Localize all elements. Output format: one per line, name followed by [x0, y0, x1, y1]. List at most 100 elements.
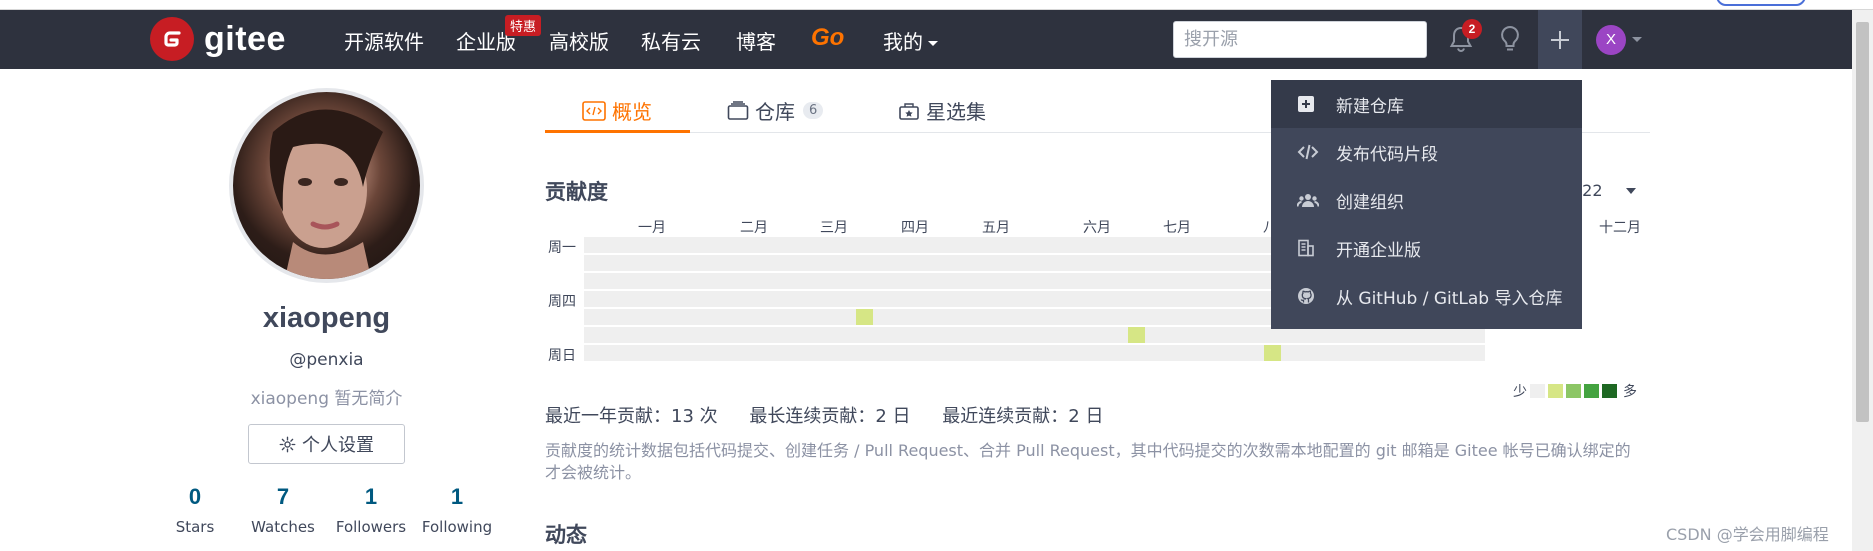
nav-mine[interactable]: 我的: [883, 26, 938, 55]
contribution-cell[interactable]: [1077, 327, 1094, 343]
contribution-cell[interactable]: [1247, 273, 1264, 289]
menu-new-repository[interactable]: 新建仓库: [1271, 80, 1582, 128]
contribution-cell[interactable]: [737, 327, 754, 343]
contribution-cell[interactable]: [1162, 291, 1179, 307]
contribution-cell[interactable]: [839, 255, 856, 271]
contribution-cell[interactable]: [1230, 327, 1247, 343]
contribution-cell[interactable]: [839, 273, 856, 289]
contribution-cell[interactable]: [1349, 327, 1366, 343]
contribution-cell[interactable]: [584, 345, 601, 361]
contribution-cell[interactable]: [1247, 327, 1264, 343]
contribution-cell[interactable]: [958, 237, 975, 253]
contribution-cell[interactable]: [1145, 345, 1162, 361]
contribution-cell[interactable]: [1009, 291, 1026, 307]
contribution-cell[interactable]: [1009, 237, 1026, 253]
contribution-cell[interactable]: [635, 309, 652, 325]
contribution-cell[interactable]: [805, 309, 822, 325]
contribution-cell[interactable]: [584, 255, 601, 271]
contribution-cell[interactable]: [669, 237, 686, 253]
contribution-cell[interactable]: [703, 309, 720, 325]
contribution-cell[interactable]: [737, 345, 754, 361]
contribution-cell[interactable]: [1026, 237, 1043, 253]
contribution-cell[interactable]: [992, 273, 1009, 289]
contribution-cell[interactable]: [907, 345, 924, 361]
contribution-cell[interactable]: [635, 345, 652, 361]
contribution-cell[interactable]: [1026, 291, 1043, 307]
contribution-cell[interactable]: [1009, 273, 1026, 289]
user-avatar-small[interactable]: X: [1596, 25, 1626, 55]
contribution-cell[interactable]: [754, 345, 771, 361]
contribution-cell[interactable]: [601, 309, 618, 325]
menu-publish-snippet[interactable]: 发布代码片段: [1271, 128, 1582, 176]
contribution-cell[interactable]: [924, 273, 941, 289]
contribution-cell[interactable]: [618, 291, 635, 307]
contribution-cell[interactable]: [1468, 327, 1485, 343]
contribution-cell[interactable]: [771, 255, 788, 271]
contribution-cell[interactable]: [737, 291, 754, 307]
contribution-cell[interactable]: [839, 345, 856, 361]
contribution-cell[interactable]: [686, 309, 703, 325]
contribution-cell[interactable]: [941, 291, 958, 307]
contribution-cell[interactable]: [771, 345, 788, 361]
contribution-cell[interactable]: [1383, 327, 1400, 343]
contribution-cell[interactable]: [703, 237, 720, 253]
contribution-cell[interactable]: [1281, 345, 1298, 361]
contribution-cell[interactable]: [1213, 345, 1230, 361]
contribution-cell[interactable]: [1417, 327, 1434, 343]
contribution-cell[interactable]: [873, 291, 890, 307]
contribution-cell[interactable]: [1213, 291, 1230, 307]
contribution-cell[interactable]: [1213, 327, 1230, 343]
contribution-cell[interactable]: [771, 291, 788, 307]
contribution-cell[interactable]: [1060, 273, 1077, 289]
contribution-cell[interactable]: [1060, 327, 1077, 343]
contribution-cell[interactable]: [1162, 309, 1179, 325]
contribution-cell[interactable]: [1077, 255, 1094, 271]
contribution-cell[interactable]: [601, 291, 618, 307]
contribution-cell[interactable]: [1077, 345, 1094, 361]
contribution-cell[interactable]: [1196, 273, 1213, 289]
contribution-cell[interactable]: [975, 345, 992, 361]
stat-following[interactable]: 1 Following: [412, 484, 502, 536]
contribution-cell[interactable]: [1196, 345, 1213, 361]
contribution-cell[interactable]: [618, 255, 635, 271]
contribution-cell[interactable]: [1111, 309, 1128, 325]
contribution-cell[interactable]: [788, 327, 805, 343]
contribution-cell[interactable]: [1196, 291, 1213, 307]
contribution-cell[interactable]: [941, 327, 958, 343]
tab-overview[interactable]: 概览: [582, 96, 652, 125]
contribution-cell[interactable]: [1196, 327, 1213, 343]
contribution-cell[interactable]: [856, 327, 873, 343]
lightbulb-icon[interactable]: [1496, 24, 1524, 54]
contribution-cell[interactable]: [1060, 255, 1077, 271]
contribution-cell[interactable]: [1179, 309, 1196, 325]
contribution-cell[interactable]: [1043, 237, 1060, 253]
contribution-cell[interactable]: [992, 237, 1009, 253]
contribution-cell[interactable]: [1145, 291, 1162, 307]
contribution-cell[interactable]: [686, 237, 703, 253]
contribution-cell[interactable]: [652, 327, 669, 343]
contribution-cell[interactable]: [1162, 327, 1179, 343]
contribution-cell[interactable]: [737, 255, 754, 271]
contribution-cell[interactable]: [720, 309, 737, 325]
contribution-cell[interactable]: [941, 345, 958, 361]
contribution-cell[interactable]: [1060, 291, 1077, 307]
contribution-cell[interactable]: [873, 309, 890, 325]
contribution-cell[interactable]: [754, 291, 771, 307]
contribution-cell[interactable]: [635, 327, 652, 343]
contribution-cell[interactable]: [975, 309, 992, 325]
contribution-cell[interactable]: [992, 291, 1009, 307]
contribution-cell[interactable]: [805, 255, 822, 271]
contribution-cell[interactable]: [720, 237, 737, 253]
contribution-cell[interactable]: [652, 309, 669, 325]
contribution-cell[interactable]: [686, 327, 703, 343]
contribution-cell[interactable]: [1264, 345, 1281, 361]
contribution-cell[interactable]: [1349, 345, 1366, 361]
contribution-cell[interactable]: [618, 345, 635, 361]
contribution-cell[interactable]: [1077, 309, 1094, 325]
nav-open-source[interactable]: 开源软件: [344, 26, 424, 55]
contribution-cell[interactable]: [1434, 327, 1451, 343]
contribution-cell[interactable]: [601, 345, 618, 361]
contribution-cell[interactable]: [1451, 345, 1468, 361]
contribution-cell[interactable]: [635, 273, 652, 289]
tab-star-collections[interactable]: 星选集: [898, 96, 986, 125]
